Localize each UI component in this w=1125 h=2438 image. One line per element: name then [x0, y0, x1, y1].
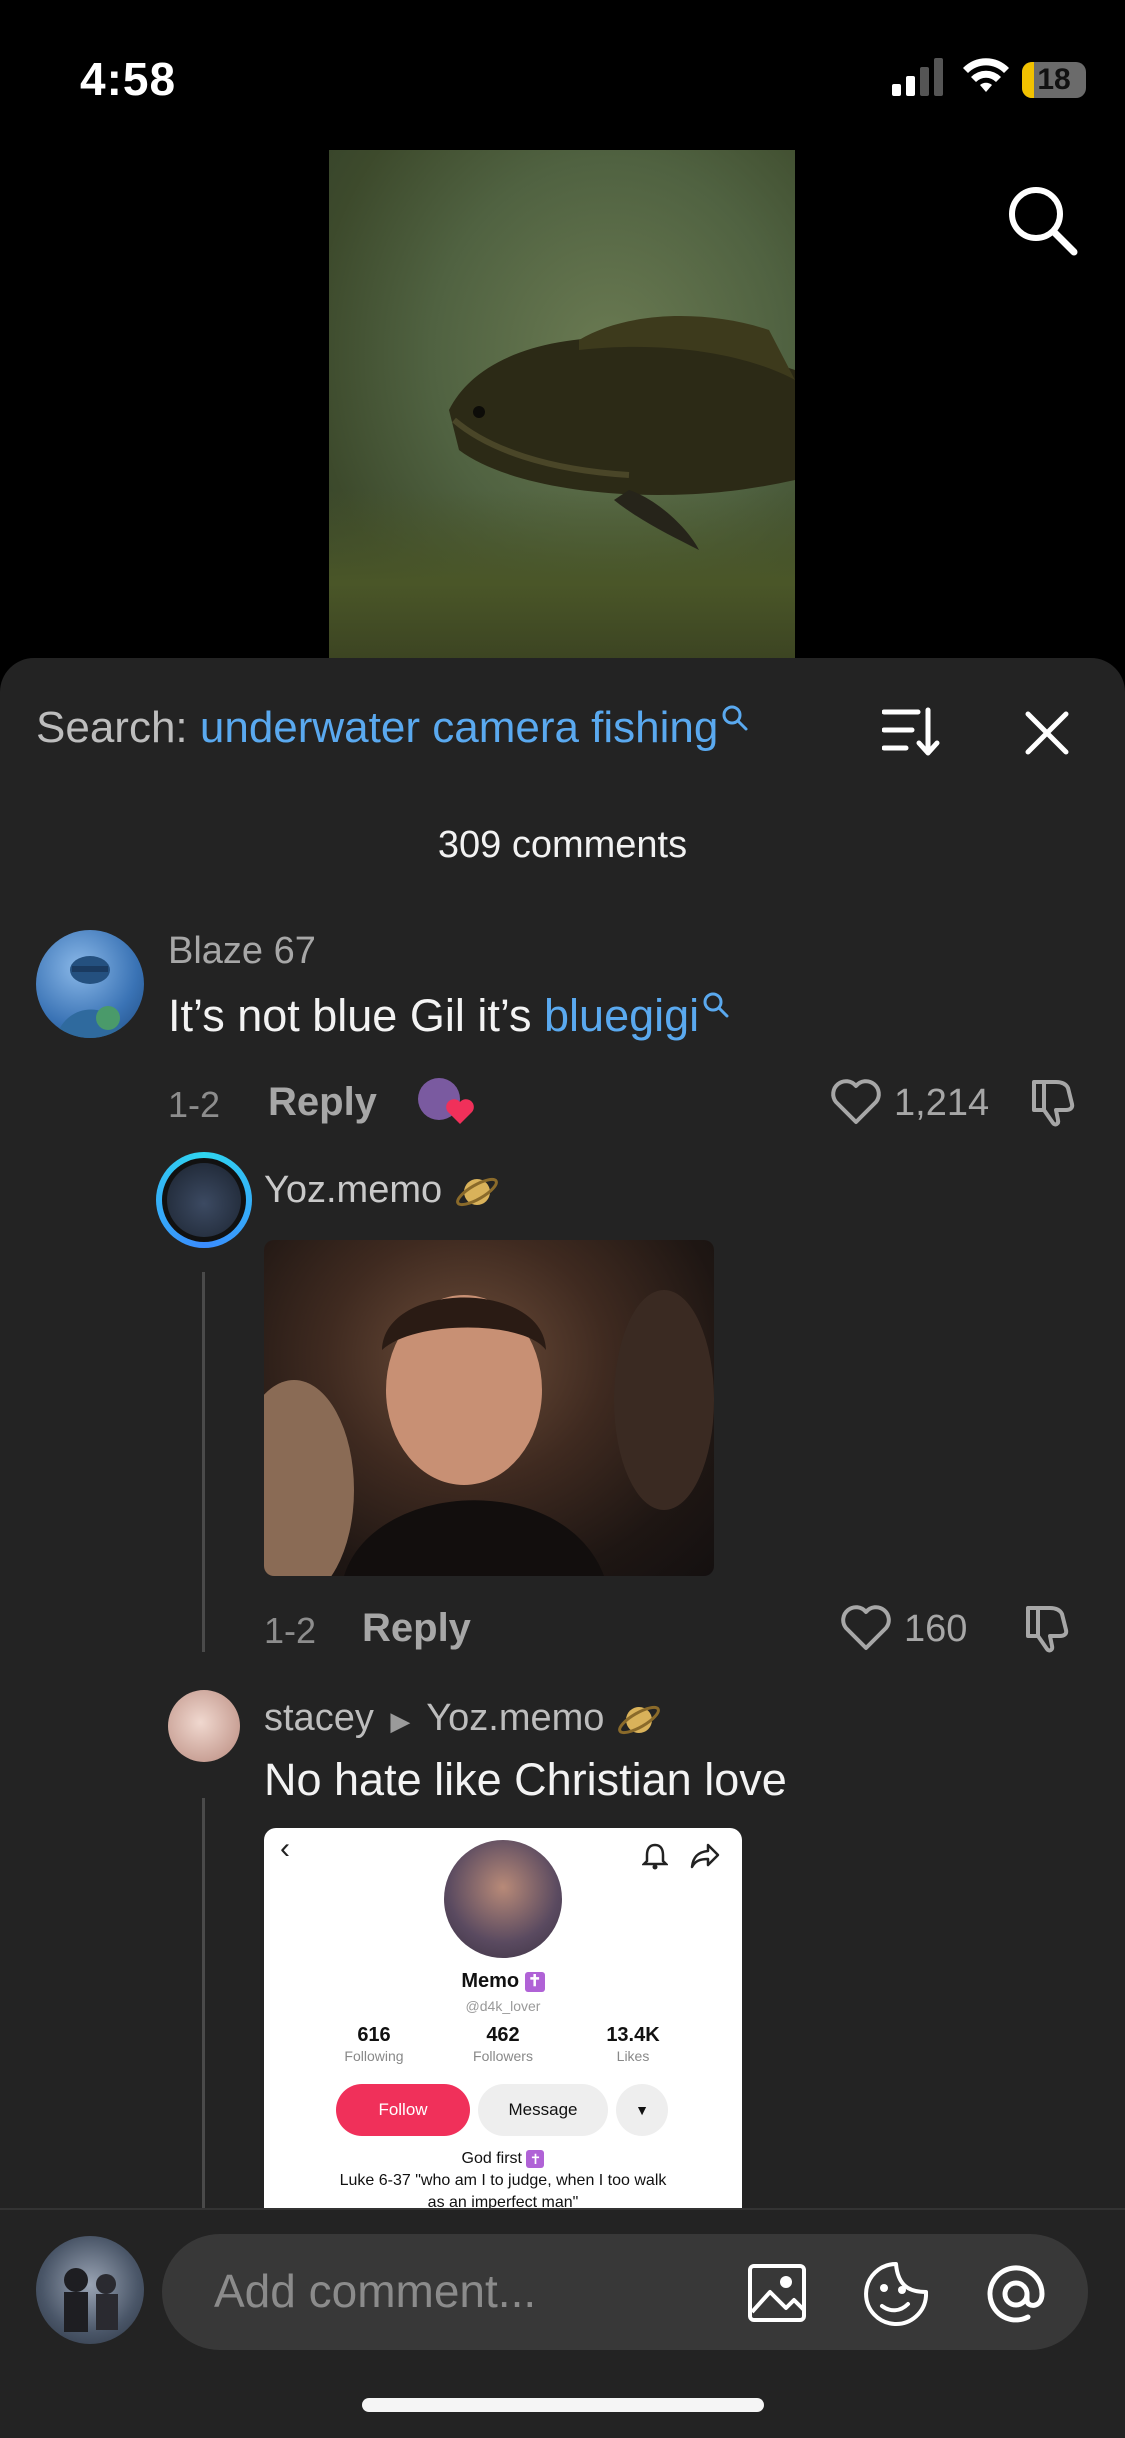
username-text: Yoz.memo: [264, 1169, 443, 1212]
comment-date: 1-2: [168, 1084, 221, 1125]
avatar-image: [56, 956, 126, 1038]
search-query-link[interactable]: underwater camera fishing: [200, 703, 718, 752]
stat-label: Likes: [616, 2048, 650, 2064]
bio-text: God first: [461, 2150, 522, 2168]
profile-avatar: [444, 1840, 562, 1958]
fish-image: [449, 316, 795, 550]
current-user-avatar: [36, 2236, 144, 2344]
comment-count: 309 comments: [437, 824, 688, 866]
reply-gif-image[interactable]: [264, 1240, 714, 1576]
heart-badge-icon: [446, 1099, 474, 1124]
comment-text: No hate like Christian love: [264, 1754, 787, 1805]
comment-username[interactable]: Yoz.memo: [264, 1168, 501, 1216]
comment-input-placeholder: Add comment...: [214, 2265, 537, 2317]
back-chevron-icon: ‹: [280, 1832, 290, 1865]
cellular-signal-icon: [892, 58, 943, 96]
search-prefix: Search:: [36, 703, 188, 752]
avatar-story-ring[interactable]: [156, 1152, 252, 1248]
stat-value: 13.4K: [606, 2024, 660, 2046]
sticker-emoji-icon[interactable]: [862, 2260, 930, 2328]
follow-button: Follow: [336, 2084, 470, 2136]
profile-name-text: Memo: [461, 1970, 520, 1992]
close-icon[interactable]: [1022, 708, 1072, 758]
stat-label: Following: [344, 2048, 404, 2064]
mention-icon[interactable]: [982, 2260, 1050, 2328]
profile-bio-line: as an imperfect man": [427, 2194, 579, 2208]
like-icon[interactable]: [830, 1078, 882, 1126]
profile-bio-line: God first ✝: [264, 2150, 742, 2168]
comment-text: It’s not blue Gil it’s bluegigi: [168, 990, 731, 1042]
search-small-icon: [722, 705, 748, 731]
like-icon[interactable]: [840, 1604, 892, 1652]
profile-handle: @d4k_lover: [465, 1998, 541, 2014]
wifi-icon: [963, 58, 1009, 92]
dislike-icon[interactable]: [1026, 1076, 1080, 1130]
thread-line: [202, 1272, 205, 1652]
avatar-image: [64, 2268, 118, 2332]
dropdown-icon: ▼: [616, 2084, 668, 2136]
battery-fill: [1022, 62, 1034, 98]
avatar: [167, 1163, 241, 1237]
stat-value: 616: [357, 2024, 391, 2046]
cross-icon: ✝: [524, 1971, 545, 1992]
image-icon[interactable]: [746, 2262, 808, 2324]
search-suggestion[interactable]: Search: underwater camera fishing: [36, 703, 750, 753]
comment-username[interactable]: stacey: [264, 1697, 374, 1739]
reply-header: stacey ▶ Yoz.memo: [264, 1696, 663, 1744]
sort-icon[interactable]: [882, 706, 942, 758]
comment-username[interactable]: Blaze 67: [168, 930, 316, 973]
like-count: 1,214: [894, 1082, 990, 1124]
avatar[interactable]: [168, 1690, 240, 1762]
reply-button[interactable]: Reply: [268, 1080, 377, 1125]
reply-screenshot-image[interactable]: ‹ Memo ✝ @d4k_lover 616 Following 462 Fo…: [264, 1828, 742, 2208]
bell-icon: [642, 1843, 668, 1870]
message-button: Message: [478, 2084, 608, 2136]
reply-arrow-icon: ▶: [390, 1706, 411, 1737]
comment-search-link[interactable]: bluegigi: [544, 990, 699, 1041]
comment-date: 1-2: [264, 1610, 317, 1651]
stat-value: 462: [486, 2024, 520, 2046]
video-thumbnail[interactable]: [329, 150, 795, 660]
stat-label: Followers: [473, 2048, 533, 2064]
battery-indicator: 18: [1022, 62, 1086, 98]
reply-button[interactable]: Reply: [362, 1606, 471, 1651]
search-icon[interactable]: [1006, 184, 1078, 256]
dislike-icon[interactable]: [1020, 1602, 1074, 1656]
comment-text-body: It’s not blue Gil it’s: [168, 990, 545, 1041]
search-small-icon: [703, 992, 729, 1018]
replied-to-username[interactable]: Yoz.memo: [426, 1697, 604, 1739]
ringed-planet-icon: [455, 1177, 498, 1207]
battery-level: 18: [1037, 63, 1071, 96]
thread-line: [202, 1798, 205, 2208]
like-count: 160: [904, 1608, 968, 1650]
profile-bio-line: Luke 6-37 "who am I to judge, when I too…: [339, 2172, 667, 2189]
cross-icon: ✝: [526, 2150, 545, 2168]
ringed-planet-icon: [618, 1705, 660, 1735]
status-time: 4:58: [80, 53, 177, 105]
home-indicator[interactable]: [362, 2398, 764, 2412]
gif-content: [264, 1290, 714, 1576]
profile-name: Memo ✝: [264, 1970, 742, 1993]
share-icon: [690, 1843, 720, 1869]
avatar[interactable]: [36, 930, 144, 1038]
